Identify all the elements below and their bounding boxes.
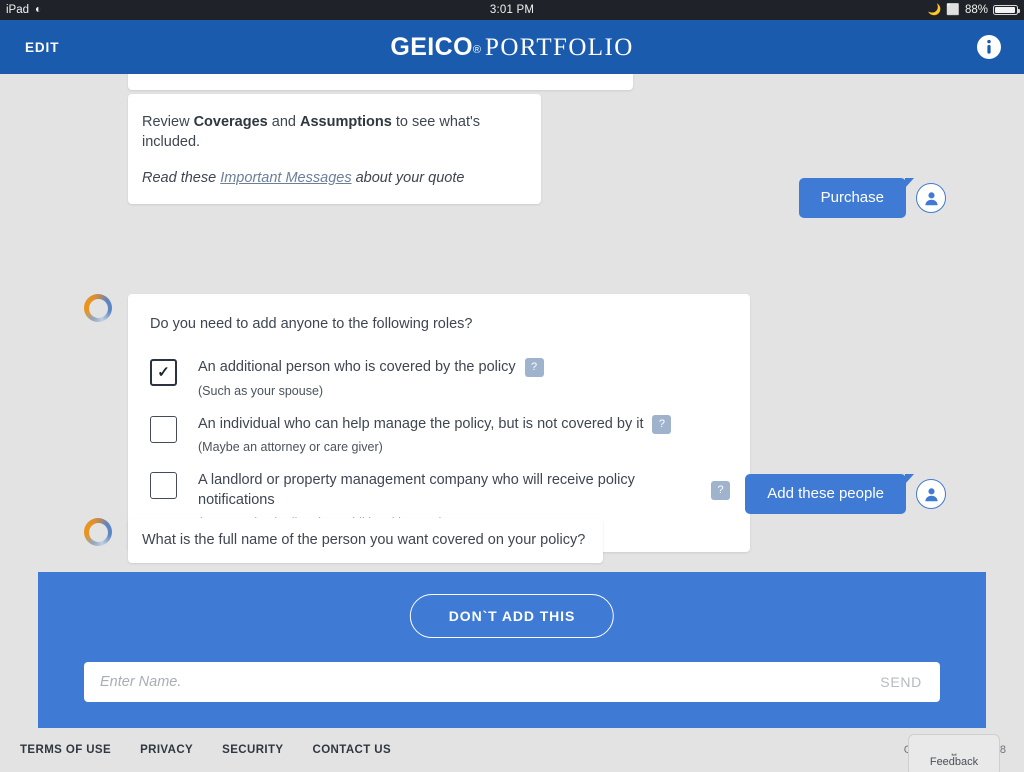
review-line-2: Read these Important Messages about your… (142, 168, 523, 188)
name-question-bubble: What is the full name of the person you … (128, 518, 603, 563)
footer-link-terms-of-use[interactable]: TERMS OF USE (20, 744, 111, 756)
role-label-row: A landlord or property management compan… (198, 471, 730, 510)
help-icon[interactable]: ? (711, 481, 730, 500)
role-label: An individual who can help manage the po… (198, 415, 643, 435)
feedback-label: Feedback (930, 756, 978, 768)
expand-brackets-icon: ⎵ (952, 743, 957, 755)
role-sublabel: (Such as your spouse) (198, 384, 544, 398)
name-question-label: What is the full name of the person you … (142, 532, 585, 548)
add-people-reply-row: Add these people (745, 474, 946, 514)
bluetooth-icon: ⬜ (946, 0, 960, 20)
name-question-block: What is the full name of the person you … (84, 518, 603, 563)
moon-icon: 🌙 (928, 0, 942, 20)
role-option-additional-person[interactable]: ✓ An additional person who is covered by… (150, 358, 730, 398)
purchase-reply-row: Purchase (799, 178, 946, 218)
page-footer: TERMS OF USE PRIVACY SECURITY CONTACT US… (0, 728, 1024, 772)
messages-text-pre: Read these (142, 170, 220, 186)
check-icon: ✓ (157, 365, 170, 380)
review-text-mid: and (268, 114, 300, 130)
checkbox-landlord[interactable] (150, 472, 177, 499)
purchase-reply-bubble[interactable]: Purchase (799, 178, 906, 218)
footer-link-contact-us[interactable]: CONTACT US (313, 744, 392, 756)
app-navbar: EDIT GEICO® PORTFOLIO (0, 20, 1024, 74)
role-label-row: An additional person who is covered by t… (198, 358, 544, 378)
assumptions-label: Assumptions (300, 114, 392, 130)
clock-label: 3:01 PM (0, 0, 1024, 20)
previous-card-partial (128, 74, 633, 90)
status-bar-left: iPad ◐ (0, 0, 42, 20)
role-label-row: An individual who can help manage the po… (198, 415, 671, 435)
review-coverages-card: Review Coverages and Assumptions to see … (128, 94, 541, 204)
name-input-row: SEND (84, 662, 940, 702)
roles-question-label: Do you need to add anyone to the followi… (150, 316, 730, 332)
device-name-label: iPad (6, 0, 29, 20)
app-screen: iPad ◐ 3:01 PM 🌙 ⬜ 88% EDIT GEICO® PORTFO… (0, 0, 1024, 772)
name-input[interactable] (100, 674, 868, 690)
help-icon[interactable]: ? (525, 358, 544, 377)
wifi-icon: ◐ (35, 0, 42, 20)
battery-percent-label: 88% (965, 0, 988, 20)
footer-link-privacy[interactable]: PRIVACY (140, 744, 193, 756)
footer-link-security[interactable]: SECURITY (222, 744, 283, 756)
user-avatar (916, 479, 946, 509)
action-panel: DON`T ADD THIS SEND (38, 572, 986, 728)
checkbox-policy-manager[interactable] (150, 416, 177, 443)
app-logo: GEICO® PORTFOLIO (0, 33, 1024, 62)
role-sublabel: (Maybe an attorney or care giver) (198, 440, 671, 454)
logo-geico-text: GEICO (390, 33, 473, 61)
bot-avatar-ring-icon (84, 518, 112, 546)
edit-button[interactable]: EDIT (0, 40, 59, 55)
role-text-block: An individual who can help manage the po… (198, 415, 671, 455)
dont-add-this-button[interactable]: DON`T ADD THIS (410, 594, 614, 638)
roles-question-block: Do you need to add anyone to the followi… (84, 294, 750, 552)
user-avatar-icon (923, 190, 940, 207)
footer-links: TERMS OF USE PRIVACY SECURITY CONTACT US (0, 744, 391, 756)
review-line-1: Review Coverages and Assumptions to see … (142, 112, 523, 153)
review-text-pre: Review (142, 114, 194, 130)
help-icon[interactable]: ? (652, 415, 671, 434)
messages-text-post: about your quote (352, 170, 465, 186)
status-bar-right: 🌙 ⬜ 88% (928, 0, 1024, 20)
ios-status-bar: iPad ◐ 3:01 PM 🌙 ⬜ 88% (0, 0, 1024, 20)
user-avatar (916, 183, 946, 213)
send-button[interactable]: SEND (868, 674, 922, 690)
bot-avatar-ring-icon (84, 294, 112, 322)
feedback-button[interactable]: ⎵ Feedback (908, 734, 1000, 772)
logo-registered-mark: ® (473, 44, 481, 56)
battery-icon (993, 5, 1018, 15)
info-icon (976, 34, 1002, 60)
logo-portfolio-text: PORTFOLIO (485, 34, 634, 61)
role-text-block: An additional person who is covered by t… (198, 358, 544, 398)
add-people-reply-bubble[interactable]: Add these people (745, 474, 906, 514)
role-label: A landlord or property management compan… (198, 471, 702, 510)
checkbox-additional-person[interactable]: ✓ (150, 359, 177, 386)
important-messages-link[interactable]: Important Messages (220, 170, 351, 186)
coverages-label: Coverages (194, 114, 268, 130)
roles-card: Do you need to add anyone to the followi… (128, 294, 750, 552)
role-option-policy-manager[interactable]: An individual who can help manage the po… (150, 415, 730, 455)
chat-scroll-area[interactable]: Review Coverages and Assumptions to see … (0, 74, 1024, 572)
user-avatar-icon (923, 486, 940, 503)
info-button[interactable] (976, 34, 1024, 60)
role-label: An additional person who is covered by t… (198, 358, 516, 378)
